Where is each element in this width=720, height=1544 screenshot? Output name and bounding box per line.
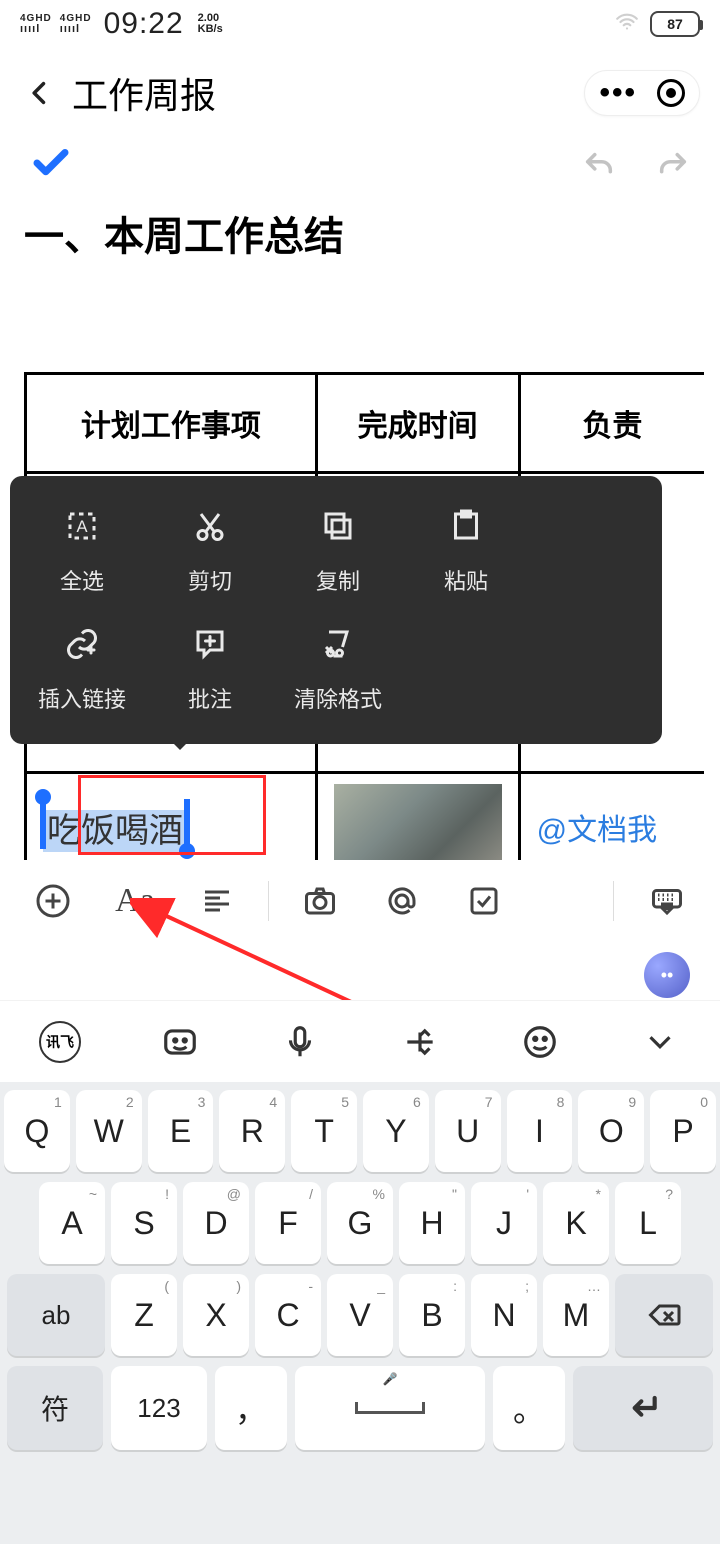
ctx-cut[interactable]: 剪切 (146, 498, 274, 616)
key-X[interactable]: )X (183, 1274, 249, 1356)
mention[interactable]: @文档我 (537, 814, 657, 847)
key-F[interactable]: /F (255, 1182, 321, 1264)
key-U[interactable]: 7U (435, 1090, 501, 1172)
key-R[interactable]: 4R (219, 1090, 285, 1172)
key-Z[interactable]: (Z (111, 1274, 177, 1356)
spacebar-icon (355, 1402, 425, 1414)
link-icon (62, 624, 102, 664)
tb-add[interactable] (16, 871, 90, 931)
key-D[interactable]: @D (183, 1182, 249, 1264)
back-button[interactable] (20, 73, 60, 113)
doc-heading[interactable]: 一、本周工作总结 (24, 204, 696, 262)
enter-icon (623, 1388, 663, 1428)
key-W[interactable]: 2W (76, 1090, 142, 1172)
selection-handle-right[interactable] (184, 799, 190, 849)
ime-collapse[interactable] (636, 1018, 684, 1066)
key-P[interactable]: 0P (650, 1090, 716, 1172)
key-Y[interactable]: 6Y (363, 1090, 429, 1172)
network-speed: 2.00KB/s (198, 13, 223, 35)
wifi-icon (614, 9, 640, 40)
title-bar: 工作周报 ••• (0, 48, 720, 138)
text-context-menu: A 全选 剪切 复制 粘贴 插入链接 批注 清除格式 (10, 476, 662, 744)
assistant-bubble[interactable]: •• (644, 952, 690, 998)
tb-text-style[interactable]: Aa (98, 871, 172, 931)
tb-task[interactable] (447, 871, 521, 931)
clear-format-icon (318, 624, 358, 664)
ime-smiley[interactable] (516, 1018, 564, 1066)
editor-toolbar: Aa (0, 860, 720, 940)
confirm-button[interactable] (30, 142, 72, 194)
inline-image[interactable] (334, 784, 502, 862)
tb-keyboard-hide[interactable] (630, 871, 704, 931)
mic-tiny-icon: 🎤 (383, 1372, 398, 1386)
key-symbols[interactable]: 符 (7, 1366, 103, 1450)
key-C[interactable]: -C (255, 1274, 321, 1356)
page-title: 工作周报 (72, 67, 216, 119)
key-backspace[interactable] (615, 1274, 713, 1356)
key-V[interactable]: _V (327, 1274, 393, 1356)
ime-brand[interactable]: 讯飞 (36, 1018, 84, 1066)
action-row (0, 138, 720, 198)
key-H[interactable]: "H (399, 1182, 465, 1264)
ctx-select-all[interactable]: A 全选 (18, 498, 146, 616)
undo-button[interactable] (582, 149, 616, 188)
ctx-insert-link[interactable]: 插入链接 (18, 616, 146, 734)
key-A[interactable]: ~A (39, 1182, 105, 1264)
column-header-task[interactable]: 计划工作事项 (26, 374, 317, 473)
battery-indicator: 87 (650, 11, 700, 37)
backspace-icon (646, 1297, 682, 1333)
copy-icon (318, 506, 358, 546)
key-period[interactable]: 。 (493, 1366, 565, 1450)
more-button[interactable]: ••• (599, 88, 637, 98)
key-L[interactable]: ?L (615, 1182, 681, 1264)
column-header-time[interactable]: 完成时间 (316, 374, 519, 473)
selected-text[interactable]: 吃饭喝酒 (43, 810, 187, 852)
toolbar-separator-2 (613, 881, 614, 921)
signal-2: 4GHDııııl (60, 13, 92, 35)
ime-toolbar: 讯飞 (0, 1000, 720, 1082)
key-K[interactable]: *K (543, 1182, 609, 1264)
key-E[interactable]: 3E (148, 1090, 214, 1172)
paste-icon (446, 506, 486, 546)
key-M[interactable]: …M (543, 1274, 609, 1356)
key-I[interactable]: 8I (507, 1090, 573, 1172)
svg-text:A: A (76, 518, 87, 536)
tb-mention[interactable] (365, 871, 439, 931)
ime-voice[interactable] (276, 1018, 324, 1066)
selection-handle-left[interactable] (40, 799, 46, 849)
tb-camera[interactable] (283, 871, 357, 931)
signal-1: 4GHDııııl (20, 13, 52, 35)
clock: 09:22 (104, 7, 184, 41)
key-N[interactable]: ;N (471, 1274, 537, 1356)
key-O[interactable]: 9O (578, 1090, 644, 1172)
comment-icon (190, 624, 230, 664)
ime-cursor-move[interactable] (396, 1018, 444, 1066)
ctx-comment[interactable]: 批注 (146, 616, 274, 734)
ime-emoji[interactable] (156, 1018, 204, 1066)
tb-align[interactable] (180, 871, 254, 931)
key-shift[interactable]: ab (7, 1274, 105, 1356)
ctx-copy[interactable]: 复制 (274, 498, 402, 616)
key-G[interactable]: %G (327, 1182, 393, 1264)
select-all-icon: A (62, 506, 102, 546)
key-comma[interactable]: ， (215, 1366, 287, 1450)
key-enter[interactable] (573, 1366, 713, 1450)
key-J[interactable]: 'J (471, 1182, 537, 1264)
soft-keyboard: 1Q2W3E4R5T6Y7U8I9O0P ~A!S@D/F%G"H'J*K?L … (0, 1082, 720, 1544)
status-bar: 4GHDııııl 4GHDııııl 09:22 2.00KB/s 87 (0, 0, 720, 48)
redo-button[interactable] (656, 149, 690, 188)
key-T[interactable]: 5T (291, 1090, 357, 1172)
target-button[interactable] (657, 79, 685, 107)
key-S[interactable]: !S (111, 1182, 177, 1264)
cut-icon (190, 506, 230, 546)
key-B[interactable]: :B (399, 1274, 465, 1356)
column-header-owner[interactable]: 负责 (519, 374, 704, 473)
key-Q[interactable]: 1Q (4, 1090, 70, 1172)
toolbar-separator (268, 881, 269, 921)
key-space[interactable]: 🎤 (295, 1366, 485, 1450)
ctx-clear-format[interactable]: 清除格式 (274, 616, 402, 734)
key-numeric[interactable]: 123 (111, 1366, 207, 1450)
ctx-paste[interactable]: 粘贴 (402, 498, 530, 616)
